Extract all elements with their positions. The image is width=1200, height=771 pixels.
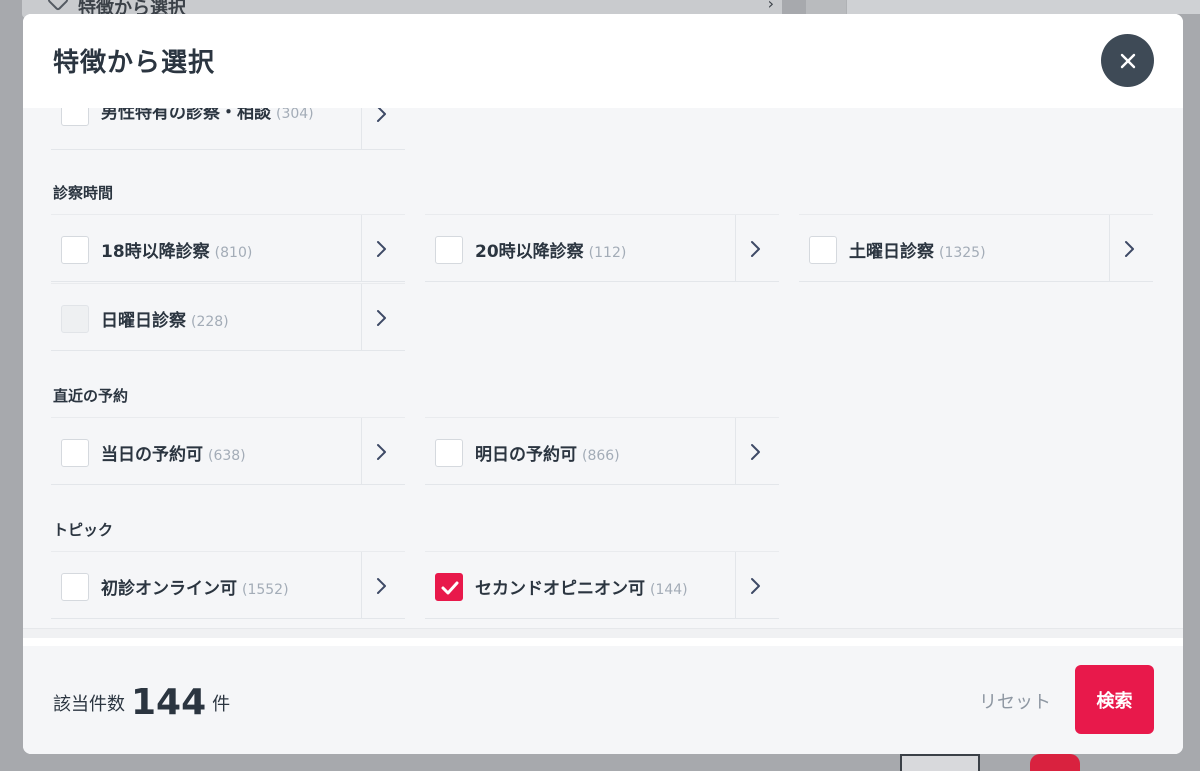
- chevron-right-icon[interactable]: [375, 576, 389, 596]
- option-label: 初診オンライン可: [101, 579, 237, 599]
- option-label: 日曜日診察: [101, 311, 186, 331]
- option-label: 土曜日診察: [849, 242, 934, 262]
- option-count: (1552): [242, 582, 289, 598]
- option-label: 明日の予約可: [475, 445, 577, 465]
- option-label: 男性特有の診察・相談: [101, 108, 271, 123]
- option-label: 当日の予約可: [101, 445, 203, 465]
- section-title-consultation-hours: 診察時間: [53, 184, 114, 202]
- option-count: (304): [276, 108, 314, 122]
- option-count: (228): [191, 314, 229, 330]
- option-label: 18時以降診察: [101, 242, 210, 262]
- option-saturday[interactable]: 土曜日診察 (1325): [799, 214, 1153, 282]
- option-label: 20時以降診察: [475, 242, 584, 262]
- chevron-right-icon[interactable]: [749, 442, 763, 462]
- option-row[interactable]: 男性特有の診察・相談 (304): [51, 108, 405, 150]
- modal-header: 特徴から選択: [23, 14, 1183, 108]
- checkmark-icon: [441, 581, 459, 595]
- tag-icon: [46, 0, 70, 12]
- checkbox[interactable]: [61, 108, 89, 126]
- checkbox[interactable]: [61, 305, 89, 333]
- chevron-right-icon[interactable]: [375, 108, 389, 124]
- chevron-right-icon[interactable]: [375, 308, 389, 328]
- option-count: (866): [582, 448, 620, 464]
- modal-body: 男性特有の診察・相談 (304) 診察時間 18時以降診察 (810) 20時以降診…: [23, 108, 1183, 638]
- checkbox[interactable]: [61, 573, 89, 601]
- checkbox[interactable]: [61, 236, 89, 264]
- reset-button[interactable]: リセット: [979, 688, 1051, 714]
- result-count-label: 該当件数: [53, 694, 125, 715]
- chevron-right-icon[interactable]: [375, 239, 389, 259]
- checkbox-checked[interactable]: [435, 573, 463, 601]
- result-count-unit: 件: [212, 694, 231, 715]
- option-same-day[interactable]: 当日の予約可 (638): [51, 417, 405, 485]
- close-button[interactable]: [1101, 34, 1154, 87]
- feature-select-modal: 特徴から選択 男性特有の診察・相談 (304) 診察時間 18時以降診察 (810): [23, 14, 1183, 754]
- scroll-end-divider: [23, 628, 1183, 638]
- option-count: (1325): [939, 245, 986, 261]
- checkbox[interactable]: [61, 439, 89, 467]
- option-label: セカンドオピニオン可: [475, 579, 645, 599]
- checkbox[interactable]: [435, 236, 463, 264]
- option-first-visit-online[interactable]: 初診オンライン可 (1552): [51, 551, 405, 619]
- search-button[interactable]: 検索: [1075, 665, 1154, 734]
- option-count: (144): [650, 582, 688, 598]
- result-count-number: 144: [131, 682, 207, 723]
- option-count: (112): [588, 245, 627, 261]
- modal-title: 特徴から選択: [53, 48, 216, 78]
- checkbox[interactable]: [809, 236, 837, 264]
- option-tomorrow[interactable]: 明日の予約可 (866): [425, 417, 779, 485]
- option-after-20[interactable]: 20時以降診察 (112): [425, 214, 779, 282]
- chevron-right-icon[interactable]: [749, 239, 763, 259]
- option-count: (810): [214, 245, 253, 261]
- checkbox[interactable]: [435, 439, 463, 467]
- section-title-topic: トピック: [53, 521, 114, 539]
- close-icon: [1120, 53, 1135, 68]
- result-count: 該当件数 144 件: [53, 682, 230, 723]
- chevron-right-icon: ›: [767, 0, 774, 13]
- option-second-opinion[interactable]: セカンドオピニオン可 (144): [425, 551, 779, 619]
- option-after-18[interactable]: 18時以降診察 (810): [51, 214, 405, 282]
- option-count: (638): [208, 448, 246, 464]
- section-title-recent-booking: 直近の予約: [53, 387, 129, 405]
- option-sunday[interactable]: 日曜日診察 (228): [51, 283, 405, 351]
- background-illustration: [900, 754, 1140, 771]
- chevron-right-icon[interactable]: [749, 576, 763, 596]
- chevron-right-icon[interactable]: [1123, 239, 1137, 259]
- background-right-panel: [806, 0, 1200, 14]
- chevron-right-icon[interactable]: [375, 442, 389, 462]
